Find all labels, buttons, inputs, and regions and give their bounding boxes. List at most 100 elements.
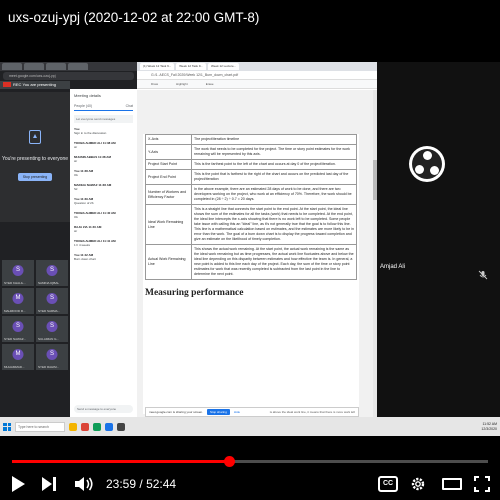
participant-tile[interactable]: S SYED NAWAZ... (2, 316, 34, 342)
chat-panel: Meeting details People (40) Chat Let eve… (70, 89, 137, 417)
term-cell: Actual Work Remaining Line (145, 244, 192, 280)
avatar: S (12, 321, 24, 332)
erase-tool[interactable]: Erase (206, 82, 214, 86)
video-frame[interactable]: meet.google.com/uxs-ozuj-ypj REC You are… (0, 62, 500, 436)
stop-sharing-button[interactable]: Stop sharing (207, 409, 230, 415)
chat-messages: You Sign in to the discussion TOOBA AHMED … (74, 127, 133, 261)
banner-text: You are presenting (22, 82, 56, 87)
stop-presenting-button[interactable]: Stop presenting (17, 172, 53, 181)
camera-tile: Amjad Ali (377, 62, 500, 417)
tab-people[interactable]: People (40) (74, 104, 92, 108)
table-row: Project End Point This is the point that … (145, 169, 357, 185)
pdf-tab[interactable]: Week 12 Lecture... (208, 63, 240, 70)
play-icon[interactable] (12, 476, 25, 492)
pdf-tab[interactable]: (1) Week 12 Task 9... (140, 63, 175, 70)
time-display: 23:59 / 52:44 (106, 477, 176, 491)
avatar: S (46, 321, 58, 332)
participant-tile[interactable]: M MUHAMMAD... (2, 344, 34, 370)
taskbar-clock: 11:52 AM 12/3/2020 (481, 422, 497, 431)
participant-name: MUHAMMAD... (4, 365, 25, 369)
avatar: M (12, 349, 24, 360)
scrubber-handle[interactable] (223, 456, 235, 467)
theater-mode-icon[interactable] (442, 478, 462, 490)
obs-taskbar-icon[interactable] (117, 422, 125, 431)
rec-icon (3, 82, 11, 88)
chat-permission-toggle[interactable]: Let everyone send messages (74, 115, 133, 123)
browser-tab[interactable] (24, 63, 44, 70)
message-text: 1 h 4 weeks (74, 243, 91, 247)
tab-chat[interactable]: Chat (126, 104, 133, 108)
chat-message: You 11:42 AM Burn down chart (74, 253, 133, 261)
message-text: Burn down chart (74, 257, 96, 261)
chat-message: MADIHA NAWAZ 11:38 AM Sir (74, 183, 133, 191)
taskbar-search[interactable]: Type here to search (15, 421, 65, 432)
file-explorer-icon[interactable] (69, 422, 77, 431)
chat-message: You 11:38 AM Ok (74, 169, 133, 177)
meet-address-bar[interactable]: meet.google.com/uxs-ozuj-ypj (3, 72, 134, 80)
pdf-address-bar[interactable]: G:/1. AECS_Fall 2020/Week 12/1_Burn_down… (137, 71, 377, 80)
chat-message: You Sign in to the discussion (74, 127, 133, 135)
pdf-window: (1) Week 12 Task 9... Week 12 Task 9... … (137, 62, 377, 417)
progress-bar[interactable] (12, 456, 488, 467)
app-icon[interactable] (105, 422, 113, 431)
message-text: Question of 2b (74, 201, 94, 205)
participant-tile[interactable]: S SAMINA IQBAL (36, 260, 68, 286)
volume-icon[interactable] (74, 476, 94, 492)
presenting-banner: REC You are presenting (0, 81, 70, 89)
term-cell: Project Start Point (145, 159, 192, 170)
term-cell: Number of Workers and Efficiency Factor (145, 184, 192, 205)
definition-cell: The project/iteration timeline (191, 134, 357, 145)
message-text: sir (74, 159, 78, 163)
participant-tile[interactable]: M MAHMOOD R... (2, 288, 34, 314)
table-row: Y-Axis The work that needs to be complete… (145, 144, 357, 160)
hide-button[interactable]: Hide (234, 410, 240, 414)
participant-name: SYED NAWAZ... (4, 337, 27, 341)
participant-name: SAMINA IQBAL (38, 281, 60, 285)
pdf-body: X-Axis The project/iteration timeline Y-Ax… (137, 90, 377, 417)
participant-tile[interactable]: S SYED KHALIL... (2, 260, 34, 286)
next-icon[interactable] (42, 477, 56, 491)
pdf-tab[interactable]: Week 12 Task 9... (176, 63, 206, 70)
avatar: S (46, 293, 58, 304)
screen-share-bar: meet.google.com is sharing your screen. … (145, 407, 359, 417)
present-screen-icon (29, 130, 41, 144)
windows-start-icon[interactable] (3, 422, 11, 431)
browser-tab[interactable] (68, 63, 88, 70)
browser-tab[interactable] (46, 63, 66, 70)
avatar: S (46, 349, 58, 360)
chat-send-input[interactable]: Send a message to everyone (74, 405, 133, 413)
page-text-fragment: is above the ideal work line, it means t… (269, 410, 355, 414)
chrome-icon[interactable] (81, 422, 89, 431)
browser-tab[interactable] (2, 63, 22, 70)
mic-off-icon (478, 270, 488, 280)
presenting-panel: You're presenting to everyone Stop prese… (0, 92, 70, 222)
message-text: sir (74, 229, 78, 233)
captions-icon[interactable]: CC (378, 476, 398, 492)
term-cell: Ideal Work Remaining Line (145, 204, 192, 245)
clock-time: 11:52 AM (482, 422, 497, 426)
definition-cell: This is a straight line that connects th… (191, 204, 357, 245)
message-text: Ok (74, 215, 78, 219)
draw-tool[interactable]: Draw (151, 82, 158, 86)
chat-tabs: People (40) Chat (74, 104, 133, 111)
meet-window: meet.google.com/uxs-ozuj-ypj REC You are… (0, 62, 137, 417)
player-controls: 23:59 / 52:44 CC (0, 436, 500, 500)
participant-tile[interactable]: S SYED RAHIM... (36, 344, 68, 370)
chat-message: MUHSIN ABBAS 11:38 AM sir (74, 155, 133, 163)
section-heading: Measuring performance (145, 288, 244, 298)
app-icon[interactable] (93, 422, 101, 431)
current-time: 23:59 (106, 477, 137, 491)
pdf-tab-bar: (1) Week 12 Task 9... Week 12 Task 9... … (137, 62, 377, 71)
avatar: S (46, 265, 58, 276)
pdf-page: X-Axis The project/iteration timeline Y-Ax… (143, 134, 359, 414)
fullscreen-icon[interactable] (474, 476, 490, 492)
participant-tile[interactable]: S SYED SARMA... (36, 288, 68, 314)
highlight-tool[interactable]: Highlight (176, 82, 188, 86)
message-text: sir (74, 145, 78, 149)
table-row: Project Start Point This is the farthest … (145, 159, 357, 170)
gear-icon[interactable] (410, 476, 426, 492)
participant-name: SULAIMAN G... (38, 337, 60, 341)
participant-grid: S SYED KHALIL... S SAMINA IQBAL M MAHMOOD R..… (0, 260, 70, 370)
chat-message: You 11:39 AM Question of 2b (74, 197, 133, 205)
participant-tile[interactable]: S SULAIMAN G... (36, 316, 68, 342)
